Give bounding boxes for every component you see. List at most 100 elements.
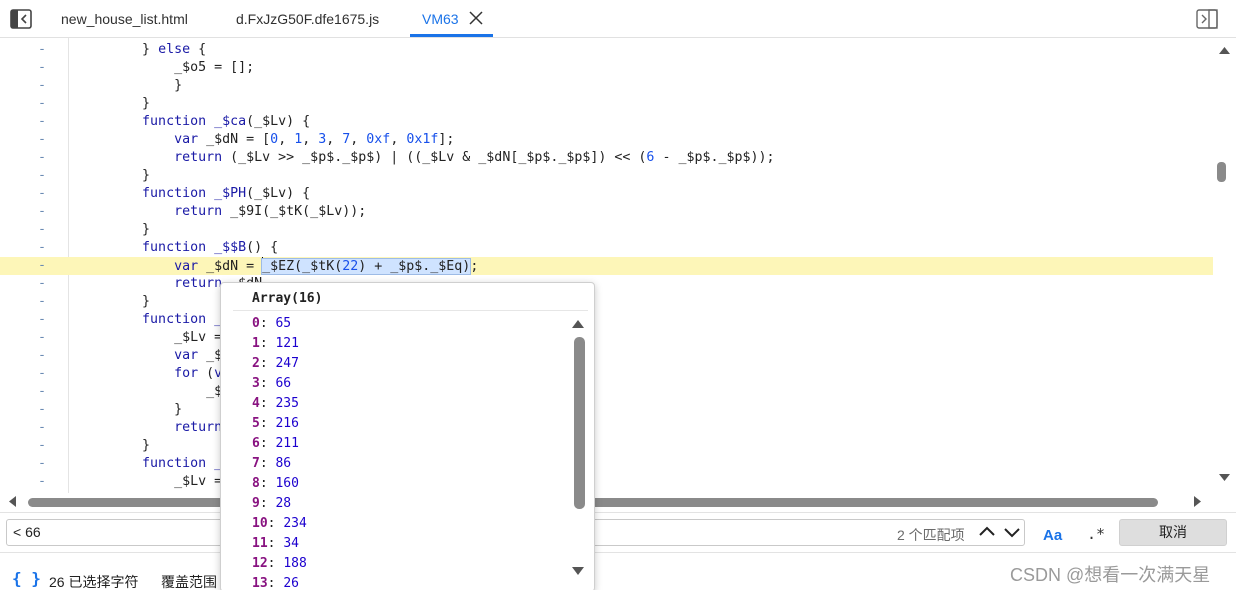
next-match-button[interactable]: [1001, 521, 1023, 543]
code-line[interactable]: - }: [0, 221, 1213, 239]
popover-item[interactable]: 5: 216: [252, 414, 572, 434]
gutter-marker[interactable]: -: [38, 437, 46, 455]
code-line[interactable]: - for (var: [0, 365, 1213, 383]
gutter-marker[interactable]: -: [38, 185, 46, 203]
gutter-marker[interactable]: -: [38, 59, 46, 77]
code-line[interactable]: - } else {: [0, 41, 1213, 59]
scroll-left-icon[interactable]: [8, 496, 16, 507]
value-popover[interactable]: Array(16) 0: 65 1: 121 2: 247 3: 66 4: 235 5:…: [220, 282, 595, 590]
code-line[interactable]: - _$dN =: [0, 383, 1213, 401]
panel-toggle-icon[interactable]: [1196, 9, 1218, 29]
code-line[interactable]: - var _$dN =: [0, 347, 1213, 365]
code-line[interactable]: - function _$$B() {: [0, 239, 1213, 257]
code-line[interactable]: - function _$PH(_$Lv) {: [0, 185, 1213, 203]
gutter-marker[interactable]: -: [38, 203, 46, 221]
popover-item[interactable]: 13: 26: [252, 574, 572, 590]
gutter-marker[interactable]: -: [38, 167, 46, 185]
code-line[interactable]: - function _$Af(: [0, 311, 1213, 329]
code-line[interactable]: - function _$z5(: [0, 455, 1213, 473]
coverage-text[interactable]: 覆盖范围: [161, 572, 217, 590]
popover-item[interactable]: 12: 188: [252, 554, 572, 574]
scroll-right-icon[interactable]: [1194, 496, 1202, 507]
code-text: function _$$B() {: [142, 240, 279, 255]
popover-scroll-down-icon[interactable]: [572, 567, 584, 576]
code-line[interactable]: - return _$c: [0, 419, 1213, 437]
search-bar: < 66 2 个匹配项 Aa .* 取消: [0, 512, 1236, 552]
item-key: 3: [252, 376, 260, 391]
gutter-marker[interactable]: -: [38, 293, 46, 311]
popover-item[interactable]: 1: 121: [252, 334, 572, 354]
gutter-marker[interactable]: -: [38, 95, 46, 113]
tab-d-fxjzg50f-js[interactable]: d.FxJzG50F.dfe1675.js: [232, 0, 383, 38]
item-key: 12: [252, 556, 268, 571]
code-line[interactable]: - _$o5 = [];: [0, 59, 1213, 77]
popover-item[interactable]: 6: 211: [252, 434, 572, 454]
gutter-marker[interactable]: -: [38, 77, 46, 95]
gutter-marker[interactable]: -: [38, 347, 46, 365]
gutter-marker[interactable]: -: [38, 311, 46, 329]
horizontal-scrollbar[interactable]: [0, 493, 1213, 511]
code-text: }: [78, 402, 183, 417]
gutter-marker[interactable]: -: [38, 401, 46, 419]
popover-item[interactable]: 8: 160: [252, 474, 572, 494]
gutter-marker[interactable]: -: [38, 419, 46, 437]
code-line[interactable]: - }: [0, 95, 1213, 113]
popover-item[interactable]: 3: 66: [252, 374, 572, 394]
code-line[interactable]: - }: [0, 401, 1213, 419]
scroll-up-icon[interactable]: [1219, 46, 1230, 54]
code-line[interactable]: - }: [0, 293, 1213, 311]
popover-item[interactable]: 9: 28: [252, 494, 572, 514]
regex-toggle[interactable]: .*: [1087, 525, 1105, 543]
code-line[interactable]: - }: [0, 167, 1213, 185]
tab-new-house-list[interactable]: new_house_list.html: [57, 0, 192, 38]
popover-scroll-thumb[interactable]: [574, 337, 585, 509]
cancel-button[interactable]: 取消: [1119, 519, 1227, 546]
highlighted-code-line[interactable]: - var _$dN = _$EZ(_$tK(22) + _$p$._$Eq);: [0, 257, 1213, 275]
code-line[interactable]: - return _$dN: [0, 275, 1213, 293]
code-line[interactable]: - var _$dN = [0, 1, 3, 7, 0xf, 0x1f];: [0, 131, 1213, 149]
gutter-marker[interactable]: -: [38, 113, 46, 131]
gutter-marker[interactable]: -: [38, 365, 46, 383]
gutter-marker[interactable]: -: [38, 383, 46, 401]
popover-item[interactable]: 4: 235: [252, 394, 572, 414]
tab-vm63[interactable]: VM63: [418, 0, 463, 38]
code-line[interactable]: - function _$ca(_$Lv) {: [0, 113, 1213, 131]
gutter-marker[interactable]: -: [38, 149, 46, 167]
match-case-toggle[interactable]: Aa: [1043, 527, 1062, 544]
code-line[interactable]: - return _$9I(_$tK(_$Lv));: [0, 203, 1213, 221]
popover-item[interactable]: 11: 34: [252, 534, 572, 554]
code-line[interactable]: - _$Lv = _$C: [0, 329, 1213, 347]
vertical-scrollbar[interactable]: [1213, 38, 1236, 493]
gutter-marker[interactable]: -: [38, 257, 46, 275]
code-line[interactable]: - }: [0, 437, 1213, 455]
close-icon[interactable]: [467, 9, 485, 27]
gutter-marker[interactable]: -: [38, 41, 46, 59]
gutter-marker[interactable]: -: [38, 131, 46, 149]
item-colon: :: [259, 496, 276, 511]
item-colon: :: [259, 476, 276, 491]
popover-item[interactable]: 2: 247: [252, 354, 572, 374]
vertical-scroll-thumb[interactable]: [1217, 162, 1226, 182]
code-editor[interactable]: - } else {- _$o5 = []; - } - } - function _…: [0, 38, 1236, 493]
item-colon: :: [259, 336, 276, 351]
code-line[interactable]: - _$Lv = _$C: [0, 473, 1213, 491]
popover-item[interactable]: 7: 86: [252, 454, 572, 474]
popover-item[interactable]: 10: 234: [252, 514, 572, 534]
gutter-marker[interactable]: -: [38, 239, 46, 257]
popover-scrollbar[interactable]: [572, 317, 588, 577]
gutter-marker[interactable]: -: [38, 473, 46, 491]
gutter-marker[interactable]: -: [38, 455, 46, 473]
popover-scroll-up-icon[interactable]: [572, 319, 584, 328]
previous-match-button[interactable]: [976, 521, 998, 543]
item-colon: :: [259, 396, 276, 411]
item-colon: :: [259, 456, 276, 471]
code-line[interactable]: - return (_$Lv >> _$p$._$p$) | ((_$Lv & …: [0, 149, 1213, 167]
gutter-marker[interactable]: -: [38, 329, 46, 347]
gutter-marker[interactable]: -: [38, 221, 46, 239]
sidebar-toggle-icon[interactable]: [10, 9, 32, 29]
pretty-print-icon[interactable]: { }: [12, 569, 41, 588]
scroll-down-icon[interactable]: [1219, 474, 1230, 482]
popover-item[interactable]: 0: 65: [252, 314, 572, 334]
code-line[interactable]: - }: [0, 77, 1213, 95]
gutter-marker[interactable]: -: [38, 275, 46, 293]
